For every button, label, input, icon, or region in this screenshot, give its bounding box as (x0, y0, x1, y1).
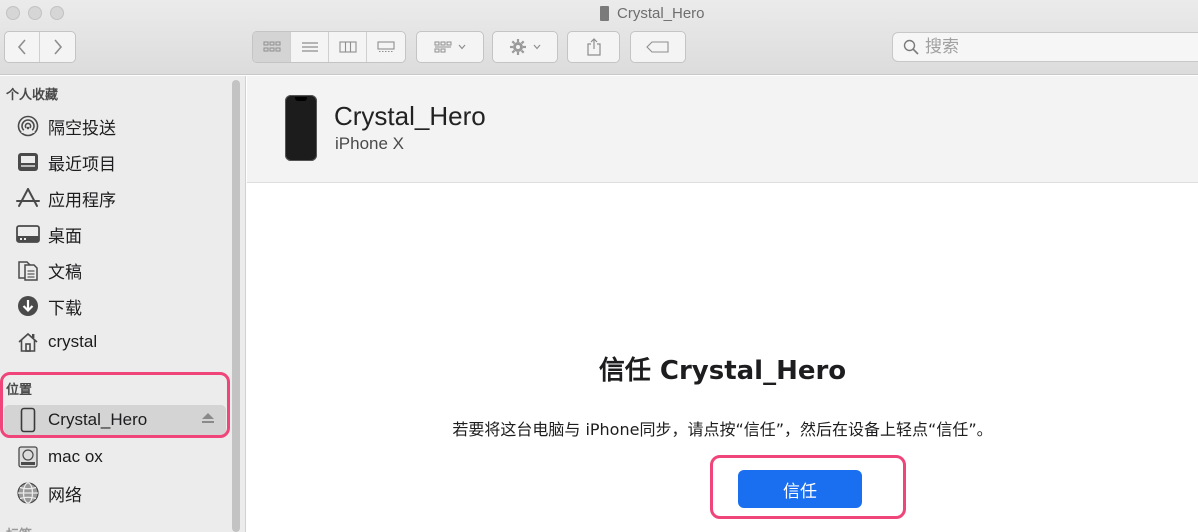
view-mode-segmented-control (252, 31, 406, 63)
gear-icon (510, 39, 526, 55)
group-by-dropdown[interactable] (416, 31, 484, 63)
back-button[interactable] (5, 32, 40, 62)
toolbar: Crystal_Hero (0, 0, 1198, 75)
gallery-icon (377, 41, 395, 53)
columns-icon (338, 41, 357, 53)
tags-section-title: 标签 (6, 524, 32, 532)
home-icon (16, 330, 40, 354)
sidebar-item-recents[interactable]: 最近项目 (16, 147, 226, 177)
sidebar-item-network[interactable]: 网络 (16, 478, 226, 508)
search-input[interactable] (925, 37, 1165, 57)
device-name: Crystal_Hero (334, 101, 486, 131)
sidebar: 个人收藏 隔空投送 最近项目 应用程序 桌面 文稿 下载 crystal 位置 … (0, 76, 246, 532)
documents-icon (16, 258, 40, 282)
navigation-group (4, 31, 76, 63)
sidebar-item-label: crystal (48, 332, 98, 351)
action-menu-button[interactable] (492, 31, 558, 63)
sidebar-scrollbar[interactable] (232, 80, 240, 532)
chevron-left-icon (17, 39, 26, 55)
applications-icon (16, 186, 40, 210)
close-window-button[interactable] (6, 6, 20, 20)
sidebar-item-label: mac ox (48, 447, 103, 466)
trust-title: 信任 Crystal_Hero (598, 356, 847, 386)
sidebar-item-label: 最近项目 (48, 154, 116, 175)
trust-description: 若要将这台电脑与 iPhone同步，请点按“信任”，然后在设备上轻点“信任”。 (452, 420, 993, 439)
column-view-button[interactable] (329, 32, 367, 62)
icon-view-button[interactable] (253, 32, 291, 62)
zoom-window-button[interactable] (50, 6, 64, 20)
disk-icon (16, 445, 40, 469)
iphone-icon (600, 5, 609, 21)
list-view-button[interactable] (291, 32, 329, 62)
sidebar-item-desktop[interactable]: 桌面 (16, 219, 226, 249)
search-icon (903, 39, 919, 55)
desktop-icon (16, 222, 40, 246)
sidebar-item-label: 网络 (48, 485, 82, 506)
window-title: Crystal_Hero (600, 2, 705, 24)
group-icon (434, 41, 452, 53)
sidebar-item-applications[interactable]: 应用程序 (16, 183, 226, 213)
device-model: iPhone X (335, 134, 404, 153)
sidebar-item-label: 桌面 (48, 226, 82, 247)
sidebar-item-label: 文稿 (48, 262, 82, 283)
sidebar-item-airdrop[interactable]: 隔空投送 (16, 111, 226, 141)
highlight-box (0, 372, 230, 438)
forward-button[interactable] (40, 32, 75, 62)
favorites-section-title: 个人收藏 (6, 88, 59, 103)
search-field[interactable] (892, 32, 1198, 62)
share-button[interactable] (567, 31, 620, 63)
icon-grid-icon (263, 41, 280, 52)
finder-window: Crystal_Hero 搜索 个人收藏 隔空投送 最近项目 应用程序 桌面 文… (0, 0, 1198, 532)
sidebar-item-label: 应用程序 (48, 190, 116, 211)
list-icon (301, 42, 318, 52)
sidebar-item-label: 下载 (48, 298, 82, 319)
chevron-down-icon (458, 44, 466, 50)
share-icon (586, 38, 601, 56)
sidebar-item-home[interactable]: crystal (16, 327, 226, 357)
highlight-box (710, 455, 906, 519)
downloads-icon (16, 294, 40, 318)
sidebar-item-mac-ox[interactable]: mac ox (16, 442, 226, 472)
sidebar-item-label: 隔空投送 (48, 118, 116, 139)
tags-button[interactable] (630, 31, 686, 63)
airdrop-icon (16, 114, 40, 138)
minimize-window-button[interactable] (28, 6, 42, 20)
gallery-view-button[interactable] (367, 32, 405, 62)
sidebar-item-documents[interactable]: 文稿 (16, 255, 226, 285)
tag-icon (646, 41, 669, 53)
chevron-right-icon (53, 39, 62, 55)
iphone-device-icon (285, 95, 317, 161)
network-icon (16, 481, 40, 505)
recents-icon (16, 150, 40, 174)
chevron-down-icon (533, 44, 541, 50)
sidebar-item-downloads[interactable]: 下载 (16, 291, 226, 321)
device-header: Crystal_Hero iPhone X (247, 76, 1198, 183)
